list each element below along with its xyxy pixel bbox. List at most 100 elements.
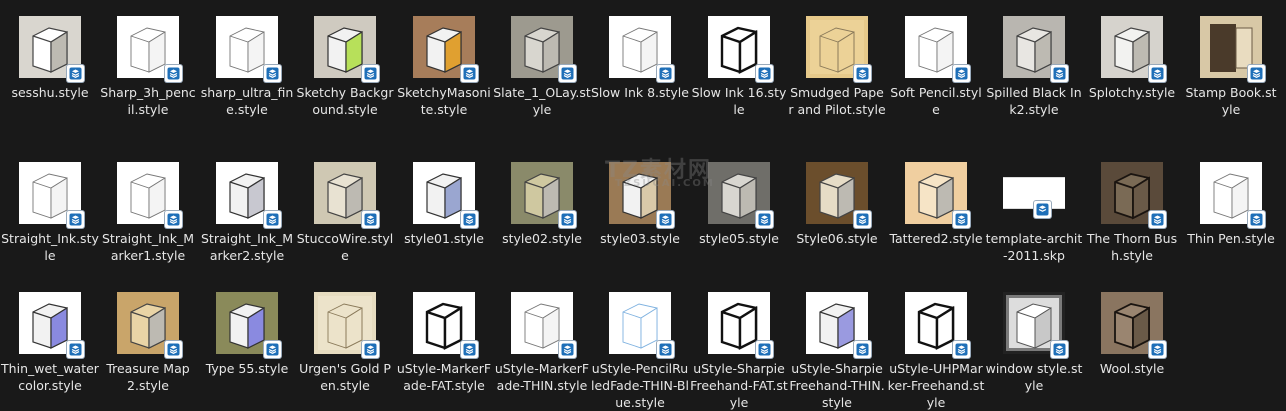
file-name: SketchyMasonite.style	[397, 85, 491, 117]
file-thumbnail	[216, 16, 281, 82]
file-grid: sesshu.style Sharp_3h_pencil.style sharp_u…	[0, 0, 1286, 411]
sketchup-icon	[559, 65, 576, 82]
sketchup-icon	[953, 341, 970, 358]
sketchup-icon	[1149, 211, 1166, 228]
file-item[interactable]: Splotchy.style	[1083, 16, 1181, 101]
sketchup-icon	[362, 211, 379, 228]
file-name: Straight_Ink.style	[1, 231, 99, 263]
file-thumbnail	[216, 292, 281, 358]
file-thumbnail	[413, 162, 478, 228]
file-item[interactable]: uStyle-SharpieFreehand-FAT.style	[690, 292, 788, 411]
file-item[interactable]: SketchyMasonite.style	[395, 16, 493, 118]
file-item[interactable]: Sharp_3h_pencil.style	[99, 16, 197, 118]
file-item[interactable]: Straight_Ink.style	[1, 162, 99, 264]
file-name: sesshu.style	[11, 85, 89, 100]
file-thumbnail	[19, 292, 84, 358]
file-item[interactable]: Wool.style	[1083, 292, 1181, 377]
file-item[interactable]: Straight_Ink_Marker2.style	[198, 162, 296, 264]
file-name: style03.style	[600, 231, 680, 246]
file-item[interactable]: uStyle-UHPMarker-Freehand.style	[887, 292, 985, 411]
file-item[interactable]: uStyle-MarkerFade-THIN.style	[493, 292, 591, 394]
sketchup-icon	[854, 65, 871, 82]
file-name: Stamp Book.style	[1185, 85, 1277, 117]
file-thumbnail	[511, 16, 576, 82]
file-item[interactable]: Straight_Ink_Marker1.style	[99, 162, 197, 264]
file-item[interactable]: Smudged Paper and Pilot.style	[788, 16, 886, 118]
file-thumbnail	[708, 292, 773, 358]
sketchup-icon	[1149, 65, 1166, 82]
file-name: Tattered2.style	[889, 231, 983, 246]
file-thumbnail	[19, 162, 84, 228]
file-thumbnail	[216, 162, 281, 228]
file-name: style05.style	[699, 231, 779, 246]
file-item[interactable]: style02.style	[493, 162, 591, 247]
file-item[interactable]: Spilled Black Ink2.style	[985, 16, 1083, 118]
file-item[interactable]: window style.style	[985, 292, 1083, 394]
file-thumbnail	[708, 162, 773, 228]
file-item[interactable]: Slow Ink 8.style	[591, 16, 689, 101]
file-item[interactable]: The Thorn Bush.style	[1083, 162, 1181, 264]
file-name: Type 55.style	[205, 361, 289, 376]
file-item[interactable]: StuccoWire.style	[296, 162, 394, 264]
file-name: Splotchy.style	[1088, 85, 1176, 100]
file-item[interactable]: Style06.style	[788, 162, 886, 247]
sketchup-icon	[67, 211, 84, 228]
file-item[interactable]: style05.style	[690, 162, 788, 247]
file-name: Spilled Black Ink2.style	[986, 85, 1082, 117]
file-thumbnail	[314, 162, 379, 228]
file-item[interactable]: Thin_wet_watercolor.style	[1, 292, 99, 394]
sketchup-icon	[165, 211, 182, 228]
file-thumbnail	[609, 16, 674, 82]
file-thumbnail	[1101, 162, 1166, 228]
file-item[interactable]: Thin Pen.style	[1182, 162, 1280, 247]
file-item[interactable]: Soft Pencil.style	[887, 16, 985, 118]
sketchup-icon	[165, 65, 182, 82]
file-item[interactable]: sharp_ultra_fine.style	[198, 16, 296, 118]
file-name: style02.style	[502, 231, 582, 246]
file-name: Wool.style	[1099, 361, 1165, 376]
file-item[interactable]: Sketchy Background.style	[296, 16, 394, 118]
file-name: uStyle-MarkerFade-THIN.style	[494, 361, 590, 393]
file-item[interactable]: uStyle-PencilRuledFade-THIN-Blue.style	[591, 292, 689, 411]
sketchup-icon	[1149, 341, 1166, 358]
file-thumbnail	[1003, 16, 1068, 82]
file-item[interactable]: Urgen's Gold Pen.style	[296, 292, 394, 394]
file-name: Straight_Ink_Marker2.style	[201, 231, 293, 263]
file-item[interactable]: Type 55.style	[198, 292, 296, 377]
file-item[interactable]: Treasure Map 2.style	[99, 292, 197, 394]
file-item[interactable]: Slate_1_OLay.style	[493, 16, 591, 118]
file-name: Slow Ink 16.style	[691, 85, 787, 117]
file-name: uStyle-MarkerFade-FAT.style	[396, 361, 492, 393]
sketchup-icon	[854, 211, 871, 228]
sketchup-icon	[953, 65, 970, 82]
file-item[interactable]: sesshu.style	[1, 16, 99, 101]
file-name: Sketchy Background.style	[296, 85, 394, 117]
sketchup-icon	[559, 211, 576, 228]
file-name: StuccoWire.style	[296, 231, 394, 263]
sketchup-icon	[362, 341, 379, 358]
file-thumbnail	[511, 162, 576, 228]
file-thumbnail	[1101, 16, 1166, 82]
file-item[interactable]: Tattered2.style	[887, 162, 985, 247]
file-item[interactable]: style01.style	[395, 162, 493, 247]
file-item[interactable]: uStyle-SharpieFreehand-THIN.style	[788, 292, 886, 411]
file-name: uStyle-PencilRuledFade-THIN-Blue.style	[591, 361, 689, 410]
file-thumbnail	[314, 292, 379, 358]
file-name: The Thorn Bush.style	[1086, 231, 1178, 263]
sketchup-icon	[264, 341, 281, 358]
file-item[interactable]: style03.style	[591, 162, 689, 247]
file-item[interactable]: Slow Ink 16.style	[690, 16, 788, 118]
sketchup-icon	[264, 65, 281, 82]
file-thumbnail	[609, 162, 674, 228]
file-thumbnail	[905, 292, 970, 358]
file-item[interactable]: uStyle-MarkerFade-FAT.style	[395, 292, 493, 394]
file-name: uStyle-SharpieFreehand-THIN.style	[789, 361, 885, 410]
file-name: Thin Pen.style	[1187, 231, 1275, 246]
sketchup-icon	[559, 341, 576, 358]
sketchup-icon	[756, 211, 773, 228]
file-item[interactable]: template-archit-2011.skp	[985, 162, 1083, 264]
file-thumbnail	[806, 162, 871, 228]
file-thumbnail	[1200, 16, 1265, 82]
file-name: Urgen's Gold Pen.style	[299, 361, 391, 393]
file-item[interactable]: Stamp Book.style	[1182, 16, 1280, 118]
